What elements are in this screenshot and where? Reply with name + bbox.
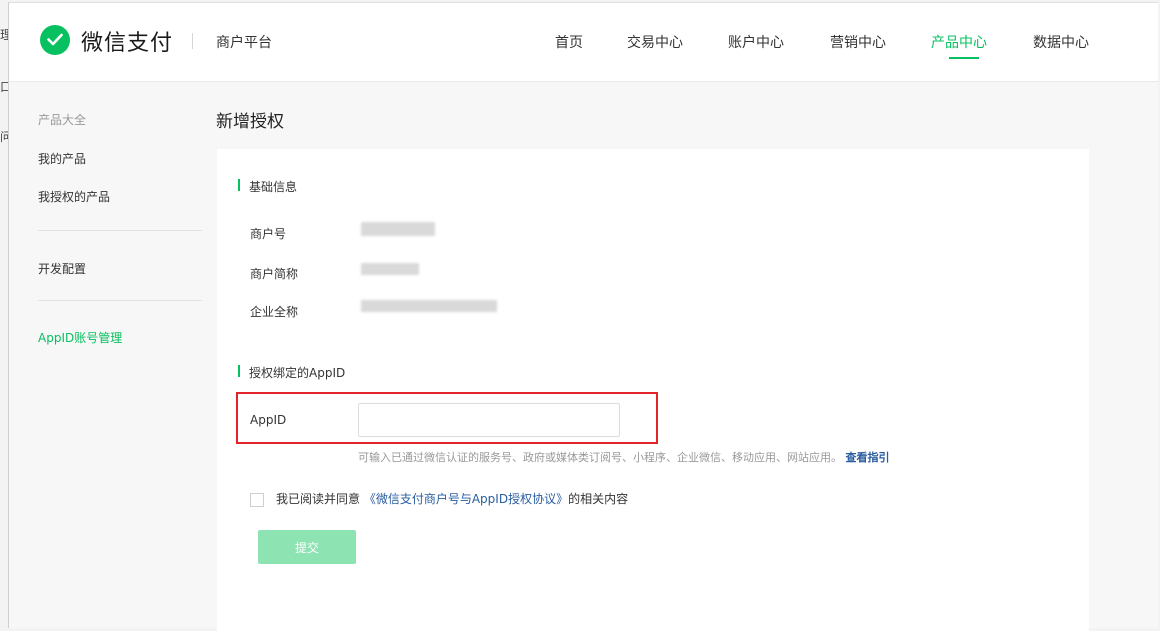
field-label-company-name: 企业全称 [250, 305, 299, 319]
appid-label: AppID [250, 413, 287, 427]
agreement-suffix: 的相关内容 [568, 492, 629, 506]
sidebar-item-dev-config[interactable]: 开发配置 [38, 260, 86, 277]
agreement-row: 我已阅读并同意 《微信支付商户号与AppID授权协议》的相关内容 [250, 490, 628, 507]
field-label-merchant-id: 商户号 [250, 227, 287, 241]
sidebar-divider [38, 230, 202, 231]
appid-input[interactable] [358, 403, 620, 437]
top-header: 微信支付 商户平台 首页 交易中心 账户中心 营销中心 产品中心 数据中心 [9, 3, 1158, 82]
blurred-merchant-id-value [361, 222, 435, 236]
sidebar: 产品大全 我的产品 我授权的产品 开发配置 AppID账号管理 [9, 82, 209, 628]
sidebar-item-appid-management[interactable]: AppID账号管理 [38, 329, 122, 346]
agree-checkbox[interactable] [250, 492, 264, 507]
blurred-short-name-value [361, 263, 419, 275]
main-nav: 首页 交易中心 账户中心 营销中心 产品中心 数据中心 [9, 32, 1158, 52]
submit-button[interactable]: 提交 [258, 530, 356, 564]
sidebar-item-authorized-products[interactable]: 我授权的产品 [38, 188, 110, 205]
nav-item-marketing[interactable]: 营销中心 [830, 32, 886, 52]
nav-active-underline [949, 57, 979, 59]
form-card: 基础信息 商户号 商户简称 企业全称 授权绑定的AppID AppID 可输入已… [217, 149, 1089, 631]
blurred-company-name-value [361, 300, 497, 312]
sidebar-divider [38, 300, 202, 301]
nav-item-home[interactable]: 首页 [555, 32, 583, 52]
page-title: 新增授权 [216, 112, 284, 132]
section-title-appid: 授权绑定的AppID [238, 364, 345, 381]
browser-page: 微信支付 商户平台 首页 交易中心 账户中心 营销中心 产品中心 数据中心 产品… [8, 2, 1158, 631]
field-label-merchant-short-name: 商户简称 [250, 267, 299, 281]
nav-item-products[interactable]: 产品中心 [931, 32, 987, 52]
sidebar-item-my-products[interactable]: 我的产品 [38, 150, 86, 167]
sidebar-group-title: 产品大全 [38, 113, 87, 127]
section-title-basic-text: 基础信息 [249, 180, 298, 194]
appid-hint-text: 可输入已通过微信认证的服务号、政府或媒体类订阅号、小程序、企业微信、移动应用、网… [358, 451, 842, 464]
section-title-appid-text: 授权绑定的AppID [249, 366, 346, 380]
nav-item-transactions[interactable]: 交易中心 [627, 32, 683, 52]
nav-item-data[interactable]: 数据中心 [1033, 32, 1089, 52]
appid-hint: 可输入已通过微信认证的服务号、政府或媒体类订阅号、小程序、企业微信、移动应用、网… [358, 449, 890, 465]
section-title-basic: 基础信息 [238, 178, 297, 195]
agreement-link[interactable]: 《微信支付商户号与AppID授权协议》 [364, 492, 568, 506]
nav-item-account[interactable]: 账户中心 [728, 32, 784, 52]
agreement-prefix: 我已阅读并同意 [276, 492, 361, 506]
view-guide-link[interactable]: 查看指引 [846, 451, 890, 464]
